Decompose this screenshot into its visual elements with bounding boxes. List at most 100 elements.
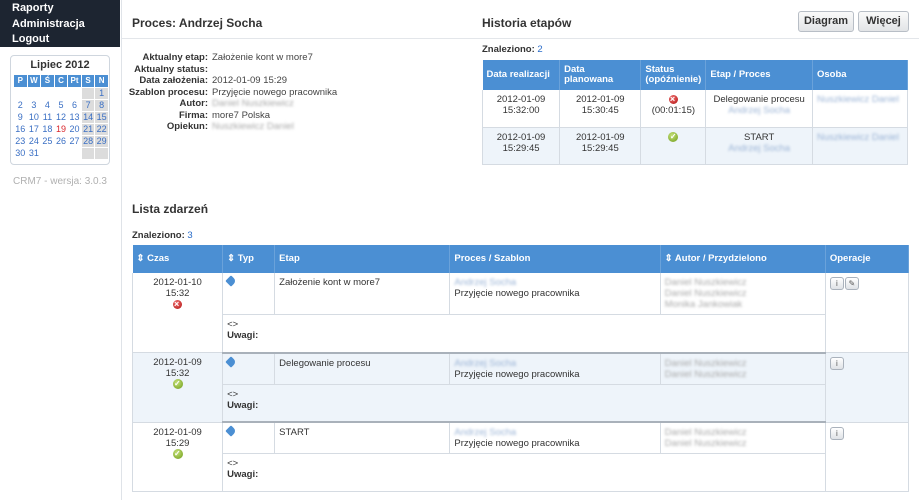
time-cell: 2012-01-09 15:29 [131,422,224,492]
calendar-day[interactable]: 10 [28,112,41,123]
planned-date: 2012-01-09 15:29:45 [559,127,642,165]
col-process[interactable]: Proces / Szablon [449,245,661,273]
col-author[interactable]: ⇕ Autor / Przydzielono [660,245,826,273]
tag-icon [225,275,237,287]
header-divider [122,38,919,39]
calendar-day[interactable]: 17 [28,124,41,135]
col-realized[interactable]: Data realizacji [482,60,561,90]
calendar-day[interactable]: 4 [41,100,54,111]
template-name: Przyjęcie nowego pracownika [454,368,580,380]
expand-toggle[interactable]: <> [227,319,821,330]
event-notes-row: <> Uwagi: [133,314,909,354]
calendar-day[interactable]: 11 [41,112,54,123]
col-time[interactable]: ⇕ Czas [132,245,224,273]
calendar-day[interactable]: 13 [68,112,81,123]
info-button[interactable]: i [829,277,844,290]
calendar-day[interactable]: 27 [68,136,81,147]
events-title: Lista zdarzeń [132,202,209,216]
col-person[interactable]: Osoba [812,60,908,90]
detail-value: more7 Polska [212,109,271,121]
calendar-day[interactable]: 23 [14,136,27,147]
calendar-day[interactable]: 14 [81,111,95,123]
detail-value: Daniel Nuszkiewicz [212,98,294,109]
notes-cell: <> Uwagi: [222,453,826,492]
type-cell [222,273,276,315]
calendar-title[interactable]: Lipiec 2012 [13,59,107,71]
nav-item-administration[interactable]: Administracja [0,16,120,32]
author-cell: Daniel Nuszkiewicz Daniel Nuszkiewicz [660,352,826,385]
event-notes-row: <> Uwagi: [133,453,909,492]
process-link[interactable]: Andrzej Socha [454,427,655,438]
found-label: Znaleziono: [132,230,185,241]
calendar-day[interactable]: 25 [41,136,54,147]
calendar-day[interactable]: 12 [55,112,68,123]
calendar-day[interactable]: 3 [28,100,41,111]
version-label: CRM7 - wersja: 3.0.3 [13,175,107,187]
events-found: Znaleziono: 3 [132,230,193,241]
col-planned[interactable]: Data planowana [559,60,642,90]
col-status[interactable]: Status (opóźnienie) [640,60,707,90]
calendar-day[interactable]: 28 [81,135,95,147]
calendar-day[interactable]: 31 [28,148,41,159]
info-button[interactable]: i [829,357,844,370]
calendar-day[interactable]: 7 [81,99,95,111]
col-type[interactable]: ⇕ Typ [222,245,276,273]
person-link[interactable]: Nuszkiewicz Daniel [817,132,899,143]
detail-label: Aktualny status: [134,63,208,75]
person-link[interactable]: Nuszkiewicz Daniel [817,94,899,105]
calendar-day [81,87,95,99]
calendar-day[interactable]: 29 [95,135,108,147]
calendar-day[interactable]: 21 [81,123,95,135]
more-button[interactable]: Więcej [858,11,909,32]
calendar-day [41,88,54,99]
calendar-day[interactable]: 20 [68,124,81,135]
calendar-day[interactable]: 1 [95,87,108,99]
col-stage[interactable]: Etap [274,245,451,273]
info-button[interactable]: i [829,426,844,440]
notes-label: Uwagi: [227,330,259,341]
nav-item-reports[interactable]: Raporty [0,0,120,16]
author-cell: Daniel Nuszkiewicz Daniel Nuszkiewicz Moni… [660,273,826,315]
notes-cell: <> Uwagi: [222,384,826,423]
process-link[interactable]: Andrzej Socha [710,143,808,154]
ops-cell: i ✎ [825,273,910,353]
check-icon [668,130,679,143]
calendar-day[interactable]: 26 [55,136,68,147]
calendar-day[interactable]: 22 [95,123,108,135]
author-name: Daniel Nuszkiewicz [664,427,747,438]
notes-cell: <> Uwagi: [222,314,826,354]
calendar-day[interactable]: 19 [55,124,68,135]
calendar-day[interactable]: 8 [95,99,108,111]
calendar-day[interactable]: 24 [28,136,41,147]
event-stage: Delegowanie procesu [274,352,451,385]
weekday-header: Pt [68,74,81,87]
detail-label: Opiekun: [166,121,208,132]
calendar: Lipiec 2012 P W Ś C Pt S N 1 2 3 4 5 6 7 8 9 10 11 12 13 14… [10,54,110,165]
event-stage: START [274,422,451,454]
calendar-day[interactable]: 5 [55,100,68,111]
calendar-day[interactable]: 30 [14,148,27,159]
expand-toggle[interactable]: <> [227,389,821,400]
calendar-day[interactable]: 15 [95,111,108,123]
process-details: Aktualny etap: Założenie kont w more7 Aktu… [122,52,472,133]
calendar-day[interactable]: 6 [68,100,81,111]
time-cell: 2012-01-10 15:32 [131,273,224,353]
nav-item-logout[interactable]: Logout [0,31,120,47]
process-link[interactable]: Andrzej Socha [710,105,808,116]
detail-row: Autor: Daniel Nuszkiewicz [122,98,472,110]
weekday-header: W [27,74,41,87]
col-stage[interactable]: Etap / Proces [705,60,813,90]
stage-name: START [744,131,775,143]
time-cell: 2012-01-09 15:32 [131,352,224,423]
process-link[interactable]: Andrzej Socha [454,277,655,288]
calendar-day[interactable]: 9 [14,112,27,123]
diagram-button[interactable]: Diagram [798,11,854,32]
edit-button[interactable]: ✎ [844,277,859,290]
process-link[interactable]: Andrzej Socha [454,358,655,369]
expand-toggle[interactable]: <> [227,458,821,469]
calendar-day [55,148,68,159]
calendar-day[interactable]: 2 [14,100,27,111]
calendar-day[interactable]: 18 [41,124,54,135]
history-title: Historia etapów [482,16,572,30]
calendar-day[interactable]: 16 [14,124,27,135]
